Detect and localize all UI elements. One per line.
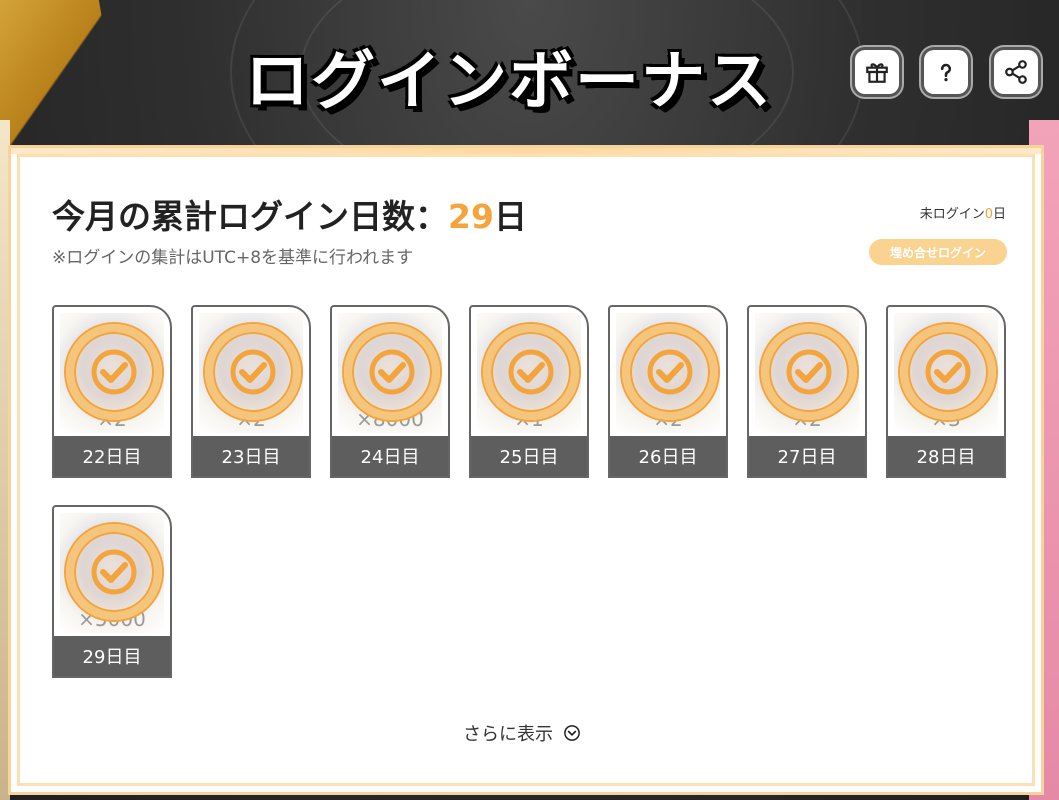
chevron-down-circle-icon (564, 725, 580, 741)
share-icon (1005, 60, 1027, 84)
show-more-button[interactable]: さらに表示 (463, 720, 581, 746)
reward-day-label: 26日目 (610, 436, 726, 476)
reward-card[interactable]: ×2 26日目 (608, 305, 728, 478)
reward-day-label: 24日目 (332, 436, 448, 476)
claimed-check-icon (344, 324, 440, 420)
reward-card[interactable]: ×2 22日目 (52, 305, 172, 478)
page-title: ログインボーナス (245, 45, 773, 119)
reward-card[interactable]: ×5000 29日目 (52, 505, 172, 678)
cumulative-days-count: 29 (448, 197, 494, 236)
reward-card[interactable]: ×1 25日目 (469, 305, 589, 478)
cumulative-unit: 日 (493, 197, 527, 236)
reward-day-label: 27日目 (749, 436, 865, 476)
reward-card[interactable]: ×3 28日目 (886, 305, 1006, 478)
claimed-check-icon (483, 324, 579, 420)
missed-login-days: 未ログイン0日 (920, 203, 1006, 222)
share-button[interactable] (994, 50, 1038, 94)
cumulative-login-days: 今月の累計ログイン日数：29日 (52, 190, 527, 238)
missed-days-count: 0 (984, 207, 993, 222)
claimed-check-icon (205, 324, 301, 420)
claimed-check-icon (66, 324, 162, 420)
reward-card[interactable]: ×2 23日目 (191, 305, 311, 478)
utc-note: ※ログインの集計はUTC+8を基準に行われます (52, 248, 414, 268)
claimed-check-icon (761, 324, 857, 420)
missed-label: 未ログイン (919, 207, 985, 222)
reward-card[interactable]: ×8000 24日目 (330, 305, 450, 478)
gift-icon (866, 63, 888, 83)
cumulative-label: 今月の累計ログイン日数： (52, 197, 448, 236)
reward-day-label: 25日目 (471, 436, 587, 476)
question-icon (940, 63, 952, 82)
reward-day-label: 22日目 (54, 436, 170, 476)
reward-card[interactable]: ×2 27日目 (747, 305, 867, 478)
character-art-left (0, 0, 123, 162)
help-button[interactable] (924, 50, 968, 94)
reward-day-label: 23日目 (193, 436, 309, 476)
claimed-check-icon (66, 524, 162, 620)
reward-day-label: 29日目 (54, 636, 170, 676)
missed-unit: 日 (992, 207, 1006, 222)
show-more-label: さらに表示 (463, 724, 553, 745)
gift-button[interactable] (855, 50, 899, 94)
makeup-login-button[interactable]: 埋め合せログイン (869, 239, 1007, 265)
claimed-check-icon (900, 324, 996, 420)
reward-day-label: 28日目 (888, 436, 1004, 476)
claimed-check-icon (622, 324, 718, 420)
